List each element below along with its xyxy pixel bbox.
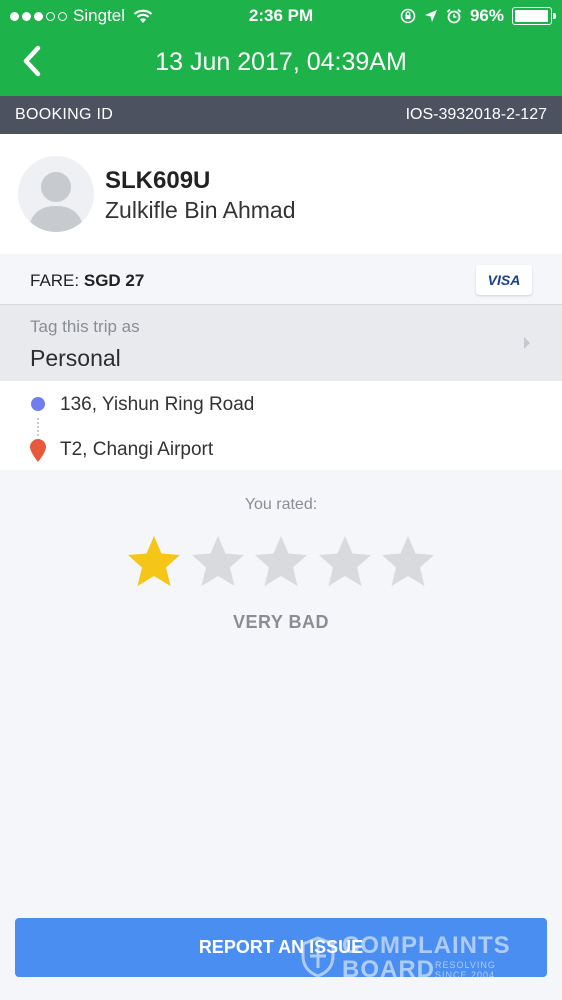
star-filled-icon[interactable] xyxy=(125,533,183,591)
star-empty-icon[interactable] xyxy=(379,533,437,591)
map-pin-icon xyxy=(30,439,46,462)
booking-id-label: BOOKING ID xyxy=(15,106,114,123)
battery-percent: 96% xyxy=(469,6,504,25)
star-empty-icon[interactable] xyxy=(316,533,374,591)
watermark-tag1: RESOLVING xyxy=(435,960,496,970)
page-title: 13 Jun 2017, 04:39AM xyxy=(155,48,407,76)
booking-id-bar: BOOKING ID IOS-3932018-2-127 xyxy=(0,96,562,134)
watermark-tagline: RESOLVING SINCE 2004 xyxy=(435,960,496,980)
fare-row: FARE: SGD 27 VISA xyxy=(0,254,562,305)
star-rating[interactable] xyxy=(125,533,437,591)
status-indicators: 96% xyxy=(400,6,556,26)
vehicle-plate: SLK609U xyxy=(105,167,211,194)
rotation-lock-icon xyxy=(400,8,416,24)
battery-icon xyxy=(512,7,556,25)
fare-text: FARE: SGD 27 xyxy=(30,271,144,291)
pickup-dot-icon xyxy=(31,397,45,411)
trip-tag-label: Tag this trip as xyxy=(30,317,140,336)
route-connector xyxy=(37,418,39,436)
booking-id-value: IOS-3932018-2-127 xyxy=(405,106,547,123)
route-details: 136, Yishun Ring Road T2, Changi Airport xyxy=(0,381,562,470)
chevron-right-icon xyxy=(524,337,530,349)
person-icon xyxy=(28,172,84,232)
rating-label: You rated: xyxy=(244,496,318,513)
fare-label: FARE: xyxy=(30,271,80,290)
shield-icon xyxy=(301,936,335,978)
location-arrow-icon xyxy=(424,10,437,22)
watermark-tag2: SINCE 2004 xyxy=(435,970,496,980)
visa-card-icon: VISA xyxy=(476,265,532,295)
dropoff-address: T2, Changi Airport xyxy=(60,439,214,460)
driver-card: SLK609U Zulkifle Bin Ahmad xyxy=(0,134,562,254)
rating-text: VERY BAD xyxy=(232,612,330,632)
alarm-icon xyxy=(446,8,462,24)
trip-tag-value: Personal xyxy=(30,345,121,371)
avatar xyxy=(18,156,94,232)
star-empty-icon[interactable] xyxy=(189,533,247,591)
star-empty-icon[interactable] xyxy=(252,533,310,591)
fare-value: SGD 27 xyxy=(83,271,145,290)
trip-tag-selector[interactable]: Tag this trip as Personal xyxy=(0,305,562,381)
status-bar: Singtel 2:36 PM 96% xyxy=(0,0,562,32)
watermark-logo: COMPLAINTS BOARD RESOLVING SINCE 2004 xyxy=(300,932,515,983)
pickup-address: 136, Yishun Ring Road xyxy=(60,394,255,415)
app-header: Singtel 2:36 PM 96% 13 Jun 2017, 04:39AM xyxy=(0,0,562,96)
watermark-line2: BOARD xyxy=(342,956,435,983)
driver-name: Zulkifle Bin Ahmad xyxy=(105,197,296,223)
